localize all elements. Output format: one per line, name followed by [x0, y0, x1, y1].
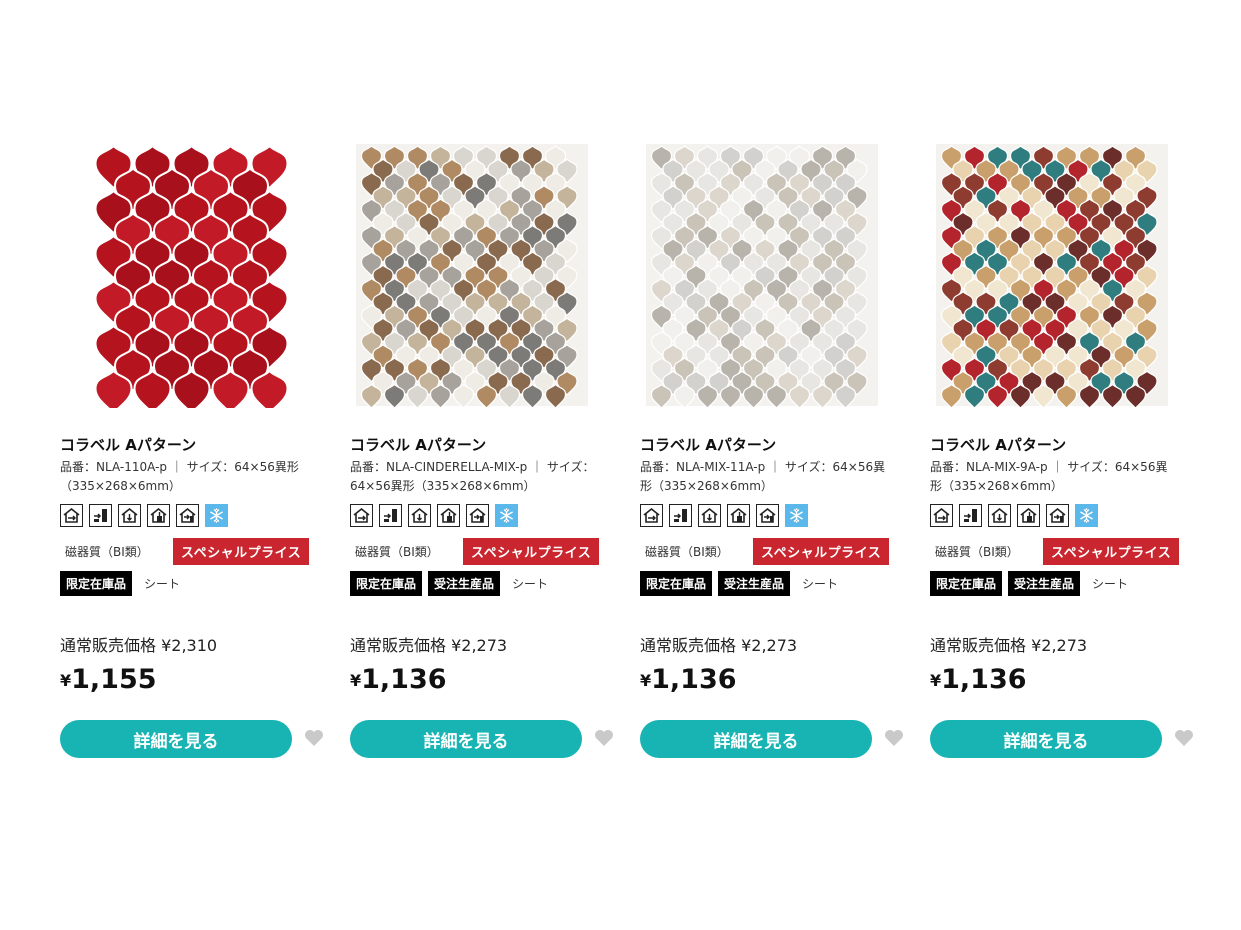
exterior-floor-icon	[727, 504, 750, 527]
product-title[interactable]: コラベル Aパターン	[930, 434, 1066, 455]
view-details-button[interactable]: 詳細を見る	[640, 720, 872, 758]
material-label: 磁器質（BI類）	[935, 545, 1019, 559]
product-spec: 品番：NLA-MIX-11A-p ｜ サイズ：64×56異形（335×268×6…	[640, 460, 886, 493]
stock-tag: 受注生産品	[1008, 571, 1081, 596]
frost-resistant-icon	[495, 504, 518, 527]
exterior-wall-icon	[959, 504, 982, 527]
sale-price-amount: 1,155	[71, 664, 157, 695]
sale-price: ¥1,136	[350, 664, 447, 695]
regular-price: 通常販売価格 ¥2,273	[640, 636, 798, 655]
view-details-button[interactable]: 詳細を見る	[350, 720, 582, 758]
favorite-heart-icon[interactable]	[884, 729, 904, 749]
exterior-wall-icon	[669, 504, 692, 527]
interior-wall-icon	[60, 504, 83, 527]
usage-icons	[640, 504, 808, 527]
tag-row: 限定在庫品 受注生産品 シート	[350, 571, 548, 596]
regular-price: 通常販売価格 ¥2,273	[930, 636, 1088, 655]
usage-icons	[930, 504, 1098, 527]
interior-wall-icon	[930, 504, 953, 527]
usage-icons	[60, 504, 228, 527]
interior-floor-icon	[408, 504, 431, 527]
sheet-label: シート	[1092, 577, 1129, 591]
interior-floor-icon	[988, 504, 1011, 527]
stock-tag: 限定在庫品	[60, 571, 133, 596]
favorite-heart-icon[interactable]	[1174, 729, 1194, 749]
currency-symbol: ¥	[640, 671, 652, 690]
view-details-button[interactable]: 詳細を見る	[930, 720, 1162, 758]
sale-price-amount: 1,136	[651, 664, 737, 695]
sheet-label: シート	[144, 577, 181, 591]
water-area-icon	[466, 504, 489, 527]
special-price-badge: スペシャルプライス	[753, 538, 890, 565]
sheet-label: シート	[802, 577, 839, 591]
exterior-wall-icon	[89, 504, 112, 527]
material-label: 磁器質（BI類）	[355, 545, 439, 559]
water-area-icon	[1046, 504, 1069, 527]
product-card: コラベル Aパターン 品番：NLA-MIX-11A-p ｜ サイズ：64×56異…	[638, 140, 908, 770]
exterior-floor-icon	[147, 504, 170, 527]
currency-symbol: ¥	[350, 671, 362, 690]
product-spec: 品番：NLA-CINDERELLA-MIX-p ｜ サイズ：64×56異形（33…	[350, 460, 595, 493]
stock-tag: 限定在庫品	[930, 571, 1003, 596]
special-price-badge: スペシャルプライス	[1043, 538, 1180, 565]
view-details-button[interactable]: 詳細を見る	[60, 720, 292, 758]
tag-row: 限定在庫品 受注生産品 シート	[640, 571, 838, 596]
material-label: 磁器質（BI類）	[645, 545, 729, 559]
special-price-badge: スペシャルプライス	[173, 538, 310, 565]
interior-floor-icon	[698, 504, 721, 527]
frost-resistant-icon	[205, 504, 228, 527]
sale-price-amount: 1,136	[941, 664, 1027, 695]
interior-wall-icon	[640, 504, 663, 527]
exterior-floor-icon	[437, 504, 460, 527]
currency-symbol: ¥	[60, 671, 72, 690]
water-area-icon	[756, 504, 779, 527]
sale-price: ¥1,136	[640, 664, 737, 695]
water-area-icon	[176, 504, 199, 527]
usage-icons	[350, 504, 518, 527]
special-price-badge: スペシャルプライス	[463, 538, 600, 565]
regular-price: 通常販売価格 ¥2,273	[350, 636, 508, 655]
stock-tag: 限定在庫品	[640, 571, 713, 596]
interior-floor-icon	[118, 504, 141, 527]
stock-tag: 受注生産品	[428, 571, 501, 596]
exterior-wall-icon	[379, 504, 402, 527]
tag-row: 限定在庫品 シート	[60, 571, 180, 596]
interior-wall-icon	[350, 504, 373, 527]
stock-tag: 受注生産品	[718, 571, 791, 596]
product-card: コラベル Aパターン 品番：NLA-CINDERELLA-MIX-p ｜ サイズ…	[348, 140, 618, 770]
product-grid: コラベル Aパターン 品番：NLA-110A-p ｜ サイズ：64×56異形（3…	[0, 0, 1241, 930]
stock-tag: 限定在庫品	[350, 571, 423, 596]
product-image[interactable]	[928, 140, 1178, 408]
product-title[interactable]: コラベル Aパターン	[60, 434, 196, 455]
currency-symbol: ¥	[930, 671, 942, 690]
sale-price: ¥1,136	[930, 664, 1027, 695]
favorite-heart-icon[interactable]	[304, 729, 324, 749]
material-label: 磁器質（BI類）	[65, 545, 149, 559]
tag-row: 限定在庫品 受注生産品 シート	[930, 571, 1128, 596]
product-title[interactable]: コラベル Aパターン	[640, 434, 776, 455]
regular-price: 通常販売価格 ¥2,310	[60, 636, 218, 655]
product-spec: 品番：NLA-MIX-9A-p ｜ サイズ：64×56異形（335×268×6m…	[930, 460, 1168, 493]
exterior-floor-icon	[1017, 504, 1040, 527]
product-image[interactable]	[348, 140, 598, 408]
favorite-heart-icon[interactable]	[594, 729, 614, 749]
product-title[interactable]: コラベル Aパターン	[350, 434, 486, 455]
sale-price-amount: 1,136	[361, 664, 447, 695]
product-spec: 品番：NLA-110A-p ｜ サイズ：64×56異形（335×268×6mm）	[60, 460, 299, 493]
product-image[interactable]	[58, 140, 308, 408]
sheet-label: シート	[512, 577, 549, 591]
frost-resistant-icon	[785, 504, 808, 527]
frost-resistant-icon	[1075, 504, 1098, 527]
product-card: コラベル Aパターン 品番：NLA-110A-p ｜ サイズ：64×56異形（3…	[58, 140, 328, 770]
product-image[interactable]	[638, 140, 888, 408]
product-card: コラベル Aパターン 品番：NLA-MIX-9A-p ｜ サイズ：64×56異形…	[928, 140, 1198, 770]
sale-price: ¥1,155	[60, 664, 157, 695]
